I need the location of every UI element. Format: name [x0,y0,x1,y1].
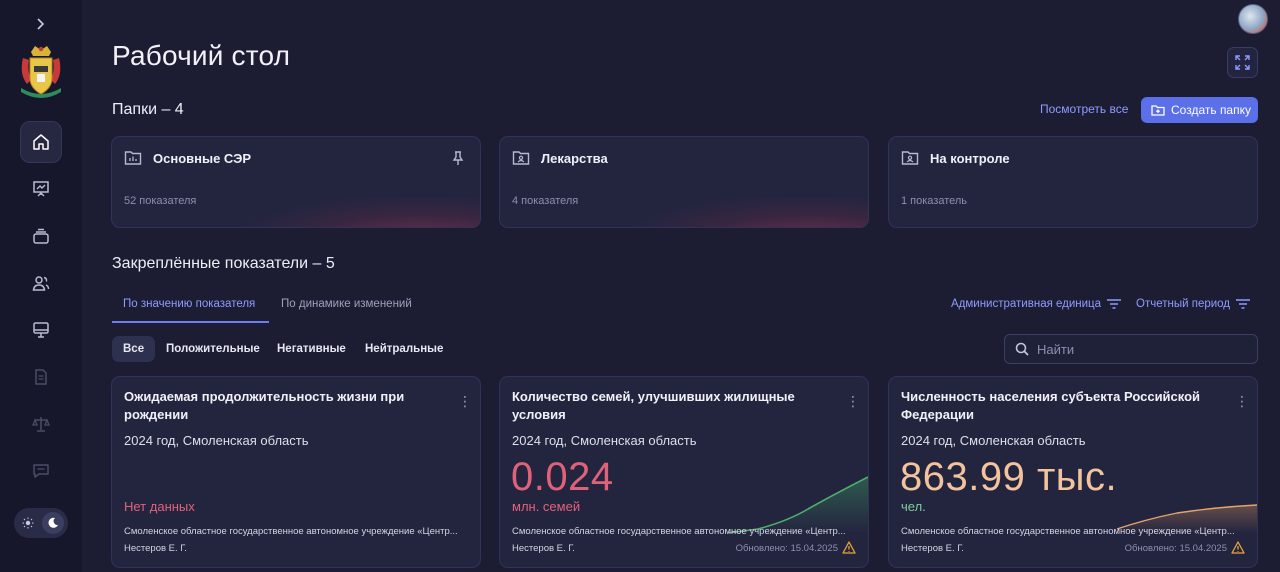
chat-icon [33,464,49,478]
sidebar-item-chat[interactable] [20,450,62,492]
indicator-organization: Смоленское областное государственное авт… [512,526,846,537]
indicator-unit: млн. семей [512,499,581,514]
folder-user-icon [512,151,530,165]
trend-sparkline [728,476,868,533]
indicator-unit: чел. [901,499,926,514]
tab-by-value[interactable]: По значению показателя [123,298,255,310]
admin-unit-filter[interactable]: Административная единица [951,298,1122,310]
users-icon [32,276,50,291]
indicator-value: 863.99 тыс. [900,455,1118,499]
warning-icon[interactable] [842,541,856,554]
folder-card[interactable]: На контроле 1 показатель [888,136,1258,228]
active-tab-indicator [112,321,269,323]
indicator-updated: Обновлено: 15.04.2025 [735,543,838,554]
chip-positive[interactable]: Положительные [155,336,271,362]
sidebar-item-monitor[interactable] [20,309,62,351]
sidebar-item-stack[interactable] [20,215,62,257]
moon-icon [42,512,64,534]
period-filter[interactable]: Отчетный период [1136,298,1251,310]
sidebar-item-law[interactable] [20,403,62,445]
folder-name: Лекарства [541,151,608,166]
view-all-link[interactable]: Посмотреть все [1040,102,1128,116]
folder-chart-icon [124,151,142,165]
folder-plus-icon [1151,105,1165,116]
folder-name: Основные СЭР [153,151,252,166]
scales-icon [32,417,50,432]
more-options-icon[interactable]: ⋮ [1235,393,1249,409]
indicator-period-region: 2024 год, Смоленская область [124,433,309,448]
page-title: Рабочий стол [112,40,291,71]
folders-section-title: Папки – 4 [112,101,184,118]
folder-count: 52 показателя [124,195,197,207]
chip-all[interactable]: Все [112,336,156,362]
indicator-author: Нестеров Е. Г. [512,543,575,554]
home-icon [33,134,49,150]
search-input[interactable] [1037,341,1237,357]
expand-sidebar-chevron-icon[interactable] [30,14,50,34]
fullscreen-button[interactable] [1227,47,1258,78]
indicator-card[interactable]: Ожидаемая продолжительность жизни при ро… [111,376,481,568]
indicator-card[interactable]: Количество семей, улучшивших жилищные ус… [499,376,869,568]
coat-of-arms-logo [17,44,65,102]
create-folder-button[interactable]: Создать папку [1141,97,1258,123]
indicator-organization: Смоленское областное государственное авт… [901,526,1235,537]
folder-count: 1 показатель [901,195,968,207]
indicator-title: Численность населения субъекта Российско… [901,389,1201,422]
indicator-author: Нестеров Е. Г. [901,543,964,554]
sidebar-item-home[interactable] [20,121,62,163]
chip-negative[interactable]: Негативные [266,336,357,362]
folder-card[interactable]: Лекарства 4 показателя [499,136,869,228]
document-icon [35,369,47,385]
more-options-icon[interactable]: ⋮ [846,393,860,409]
filter-icon [1107,299,1122,309]
warning-icon[interactable] [1231,541,1245,554]
pinned-section-title: Закреплённые показатели – 5 [112,255,335,272]
search-icon [1015,342,1029,356]
sidebar-item-users[interactable] [20,262,62,304]
folder-count: 4 показателя [512,195,579,207]
sidebar-item-documents[interactable] [20,356,62,398]
indicator-period-region: 2024 год, Смоленская область [512,433,697,448]
folder-name: На контроле [930,151,1010,166]
card-glow-decoration [242,197,480,227]
stack-icon [33,228,49,244]
more-options-icon[interactable]: ⋮ [458,393,472,409]
period-filter-label: Отчетный период [1136,298,1231,310]
indicator-updated: Обновлено: 15.04.2025 [1124,543,1227,554]
admin-unit-filter-label: Административная единица [951,298,1102,310]
folder-user-icon [901,151,919,165]
folder-card[interactable]: Основные СЭР 52 показателя [111,136,481,228]
sidebar-item-presentations[interactable] [20,168,62,210]
indicator-organization: Смоленское областное государственное авт… [124,526,458,537]
sun-icon [18,513,38,533]
monitor-icon [33,322,49,338]
indicator-value: 0.024 [511,455,614,499]
filter-icon [1236,299,1251,309]
card-glow-decoration [630,197,868,227]
sidebar [0,0,82,572]
fullscreen-icon [1235,55,1250,70]
presentation-chart-icon [33,181,49,197]
indicator-author: Нестеров Е. Г. [124,543,187,554]
pin-icon[interactable] [450,150,466,166]
search-field[interactable] [1004,334,1258,364]
create-folder-label: Создать папку [1171,103,1251,117]
tab-by-dynamics[interactable]: По динамике изменений [281,298,412,310]
no-data-label: Нет данных [124,499,195,514]
chip-neutral[interactable]: Нейтральные [354,336,454,362]
theme-toggle[interactable] [14,508,68,538]
user-avatar[interactable] [1238,4,1268,34]
indicator-title: Количество семей, улучшивших жилищные ус… [512,389,795,422]
indicator-period-region: 2024 год, Смоленская область [901,433,1086,448]
indicator-title: Ожидаемая продолжительность жизни при ро… [124,389,405,422]
indicator-card[interactable]: Численность населения субъекта Российско… [888,376,1258,568]
trend-sparkline [1117,504,1257,533]
